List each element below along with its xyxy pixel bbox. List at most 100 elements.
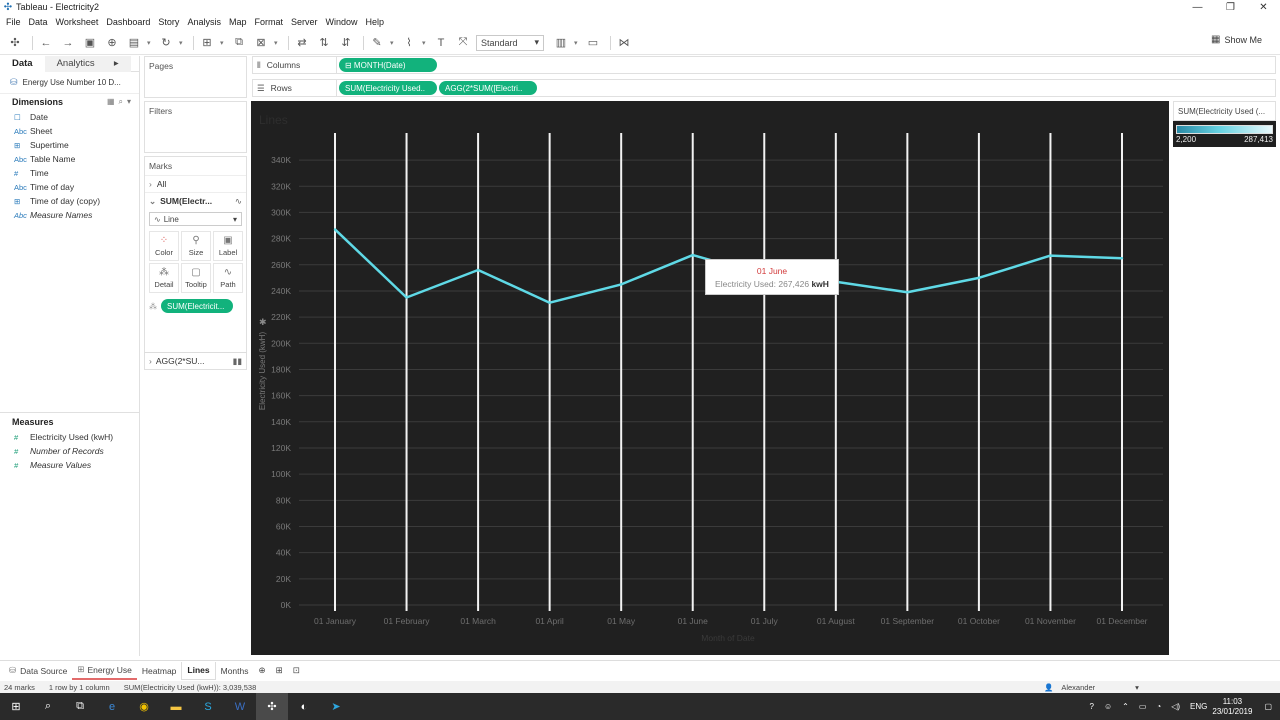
word-icon[interactable]: W: [224, 693, 256, 720]
sort-ascending-icon[interactable]: ⇅: [315, 34, 333, 52]
labels-icon[interactable]: T: [432, 34, 450, 52]
pages-card[interactable]: Pages: [144, 56, 247, 98]
new-worksheet-icon[interactable]: ⊞: [198, 34, 216, 52]
dimension-field[interactable]: # Time: [0, 166, 139, 180]
rows-shelf[interactable]: ☰ Rows SUM(Electricity Used.. AGG(2*SUM([E…: [252, 79, 1276, 97]
battery-icon[interactable]: ▭: [1139, 702, 1147, 711]
people-icon[interactable]: ☺: [1104, 702, 1112, 711]
chevron-down-icon[interactable]: ▾: [147, 39, 153, 47]
tab-heatmap[interactable]: Heatmap: [137, 662, 182, 680]
menu-format[interactable]: Format: [250, 17, 287, 27]
tab-analytics[interactable]: Analytics ▸: [44, 55, 131, 72]
dimension-field[interactable]: ☐ Date: [0, 110, 139, 124]
menu-map[interactable]: Map: [225, 17, 251, 27]
filters-card[interactable]: Filters: [144, 101, 247, 153]
marks-agg-row[interactable]: › AGG(2*SU... ▮▮: [145, 353, 246, 369]
save-icon[interactable]: ▣: [81, 34, 99, 52]
menu-analysis[interactable]: Analysis: [183, 17, 225, 27]
menu-story[interactable]: Story: [154, 17, 183, 27]
swap-icon[interactable]: ⇄: [293, 34, 311, 52]
menu-dashboard[interactable]: Dashboard: [102, 17, 154, 27]
new-story-icon[interactable]: ⊡: [288, 662, 305, 680]
skype-icon[interactable]: S: [192, 693, 224, 720]
redo-icon[interactable]: →: [59, 34, 77, 52]
search-icon[interactable]: ⌕: [119, 97, 123, 107]
dimension-field[interactable]: ⊞ Time of day (copy): [0, 194, 139, 208]
legend-title[interactable]: SUM(Electricity Used (...: [1173, 101, 1276, 121]
rows-pill-agg[interactable]: AGG(2*SUM([Electri..: [439, 81, 537, 95]
menu-server[interactable]: Server: [287, 17, 322, 27]
close-button[interactable]: ✕: [1247, 0, 1280, 14]
chevron-down-icon[interactable]: ▾: [220, 39, 226, 47]
show-cards-icon[interactable]: ▥: [552, 34, 570, 52]
marks-pill[interactable]: SUM(Electricit...: [161, 299, 233, 313]
pause-updates-icon[interactable]: ▤: [125, 34, 143, 52]
measure-field[interactable]: # Measure Values: [0, 458, 140, 472]
tab-months[interactable]: Months: [216, 662, 254, 680]
label-button[interactable]: ▣ Label: [213, 231, 243, 261]
dimension-field[interactable]: Abc Sheet: [0, 124, 139, 138]
dimension-field[interactable]: Abc Time of day: [0, 180, 139, 194]
detail-button[interactable]: ⁂ Detail: [149, 263, 179, 293]
measure-field[interactable]: # Number of Records: [0, 444, 140, 458]
fix-axes-icon[interactable]: ⤧: [454, 34, 472, 52]
presentation-mode-icon[interactable]: ▭: [584, 34, 602, 52]
tab-energy-use[interactable]: ⊞ Energy Use: [72, 662, 137, 680]
edge-icon[interactable]: e: [96, 693, 128, 720]
dimension-field[interactable]: Abc Measure Names: [0, 208, 139, 222]
minimize-button[interactable]: —: [1181, 0, 1214, 14]
tooltip-button[interactable]: ▢ Tooltip: [181, 263, 211, 293]
view-icon[interactable]: ▦: [107, 97, 115, 107]
line-chart[interactable]: 0K 20K 40K 60K 80K 100K 120K 140K 160K 180K 200K 22…: [251, 101, 1169, 655]
windows-start-icon[interactable]: ⊞: [0, 693, 32, 720]
maximize-button[interactable]: ❐: [1214, 0, 1247, 14]
user-menu[interactable]: 👤 Alexander ▾: [1040, 683, 1149, 692]
marks-all-row[interactable]: › All: [145, 175, 246, 192]
clock[interactable]: 11:03 23/01/2019: [1212, 697, 1252, 717]
menu-window[interactable]: Window: [322, 17, 362, 27]
language-indicator[interactable]: ENG: [1190, 702, 1207, 711]
notifications-icon[interactable]: ▢: [1264, 702, 1272, 711]
size-button[interactable]: ⚲ Size: [181, 231, 211, 261]
menu-file[interactable]: File: [2, 17, 25, 27]
telegram-icon[interactable]: ➤: [320, 693, 352, 720]
search-icon[interactable]: ⌕: [32, 693, 64, 720]
chevron-down-icon[interactable]: ▾: [179, 39, 185, 47]
fit-select[interactable]: Standard ▾: [476, 34, 544, 51]
rows-pill-sum[interactable]: SUM(Electricity Used..: [339, 81, 437, 95]
chevron-down-icon[interactable]: ▾: [422, 39, 428, 47]
volume-icon[interactable]: ◁): [1171, 702, 1180, 711]
new-datasource-icon[interactable]: ⊕: [103, 34, 121, 52]
tableau-taskbar-icon[interactable]: ✣: [256, 693, 288, 720]
app-icon[interactable]: ◐: [288, 693, 320, 720]
new-dashboard-icon[interactable]: ⊞: [271, 662, 288, 680]
dimension-field[interactable]: Abc Table Name: [0, 152, 139, 166]
menu-worksheet[interactable]: Worksheet: [52, 17, 103, 27]
group-icon[interactable]: ⌇: [400, 34, 418, 52]
chevron-up-icon[interactable]: ⌃: [1122, 702, 1129, 711]
undo-icon[interactable]: ←: [37, 34, 55, 52]
mark-type-select[interactable]: ∿ Line ▾: [149, 212, 242, 226]
chevron-down-icon[interactable]: ▾: [274, 39, 280, 47]
tableau-home-icon[interactable]: ✣: [6, 34, 24, 52]
path-button[interactable]: ∿ Path: [213, 263, 243, 293]
share-icon[interactable]: ⋈: [615, 34, 633, 52]
chrome-icon[interactable]: ◉: [128, 693, 160, 720]
sort-descending-icon[interactable]: ⇵: [337, 34, 355, 52]
dimension-field[interactable]: ⊞ Supertime: [0, 138, 139, 152]
duplicate-icon[interactable]: ⧉: [230, 34, 248, 52]
highlight-icon[interactable]: ✎: [368, 34, 386, 52]
viz-area[interactable]: Lines 0K 20K 40K 60K 80K 100K 120K 140K 160K 180K…: [251, 101, 1169, 655]
chevron-down-icon[interactable]: ▾: [574, 39, 580, 47]
menu-help[interactable]: Help: [362, 17, 389, 27]
new-worksheet-icon[interactable]: ⊕: [254, 662, 271, 680]
tab-data-source[interactable]: ⛁ Data Source: [4, 662, 72, 680]
file-explorer-icon[interactable]: ▬: [160, 693, 192, 720]
tab-lines[interactable]: Lines: [181, 661, 216, 680]
show-me-button[interactable]: ▦ Show Me: [1211, 34, 1262, 45]
task-view-icon[interactable]: ⧉: [64, 693, 96, 720]
menu-data[interactable]: Data: [25, 17, 52, 27]
marks-sum-row[interactable]: ⌄ SUM(Electr... ∿: [145, 192, 246, 209]
refresh-icon[interactable]: ↻: [157, 34, 175, 52]
help-icon[interactable]: ?: [1089, 702, 1093, 711]
